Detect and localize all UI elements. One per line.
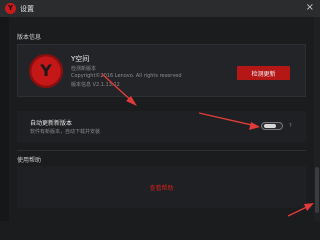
section-divider	[17, 150, 306, 151]
title-bar: Y 设置 ×	[0, 0, 320, 17]
scrollbar[interactable]	[314, 17, 320, 221]
auto-update-title: 自动更新新版本	[30, 120, 73, 127]
check-version-text: 检测新版本	[71, 66, 97, 72]
app-logo-letter: Y	[7, 4, 14, 12]
auto-update-card: 自动更新新版本 软件有新版本，自动下载并安装 ?	[17, 111, 306, 142]
version-card: Y Y空间 检测新版本 Copyright©2016 Lenovo. All r…	[17, 44, 306, 97]
sidebar	[0, 17, 9, 221]
scrollbar-thumb[interactable]	[315, 167, 319, 213]
close-icon[interactable]: ×	[306, 3, 314, 13]
help-icon[interactable]: ?	[289, 123, 292, 129]
product-logo-letter: Y	[40, 61, 52, 80]
help-card: 查看帮助	[17, 166, 306, 208]
toggle-knob	[264, 124, 276, 128]
auto-update-description: 软件有新版本，自动下载并安装	[30, 129, 101, 135]
app-logo-icon: Y	[5, 3, 16, 14]
check-update-button[interactable]: 检测更新	[237, 66, 290, 80]
product-logo-icon: Y	[29, 54, 63, 88]
view-help-link[interactable]: 查看帮助	[149, 183, 173, 192]
product-name: Y空间	[71, 55, 90, 63]
version-section-label: 版本信息	[17, 34, 42, 41]
version-number: 版本信息 V2.1.13.12	[71, 82, 120, 88]
window-title: 设置	[20, 4, 34, 13]
auto-update-toggle[interactable]	[261, 122, 283, 130]
copyright-text: Copyright©2016 Lenovo. All rights reserv…	[71, 73, 182, 79]
help-section-label: 使用帮助	[17, 157, 42, 164]
